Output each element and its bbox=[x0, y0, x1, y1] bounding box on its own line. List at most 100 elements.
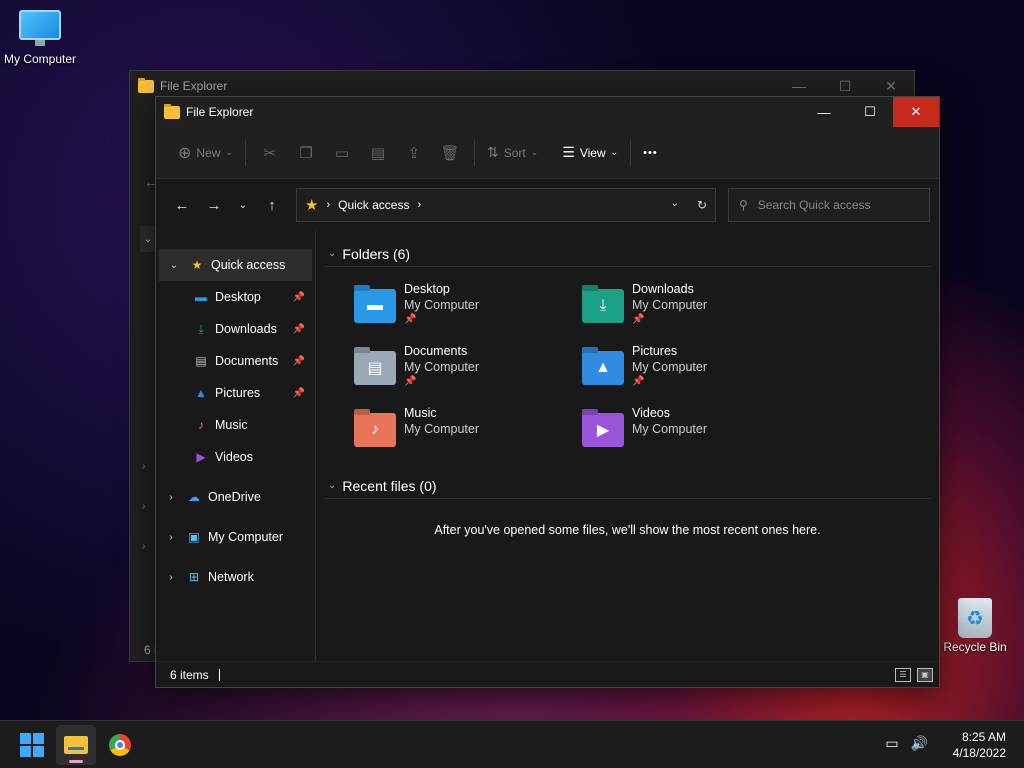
sidebar-item-quick-access[interactable]: ⌄ ★ Quick access bbox=[159, 249, 312, 281]
breadcrumb-separator-icon[interactable]: › bbox=[417, 199, 421, 211]
network-icon: ⊞ bbox=[188, 570, 200, 584]
status-divider bbox=[218, 668, 220, 681]
copy-icon[interactable]: ❐ bbox=[288, 137, 324, 169]
pin-icon: 📌 bbox=[292, 323, 305, 335]
forward-button[interactable]: → bbox=[198, 191, 230, 219]
folder-name: Pictures bbox=[632, 344, 678, 358]
folder-location: My Computer bbox=[404, 422, 480, 436]
folders-section-header[interactable]: ⌄ Folders (6) bbox=[324, 241, 931, 267]
chevron-right-icon[interactable]: › bbox=[142, 541, 145, 552]
start-button[interactable] bbox=[12, 725, 52, 765]
folder-tile-downloads[interactable]: ⤓ Downloads My Computer 📌 bbox=[582, 281, 810, 327]
folder-name: Music bbox=[404, 406, 437, 420]
toolbar-divider bbox=[630, 139, 632, 166]
title-bar[interactable]: File Explorer — ☐ ✕ bbox=[156, 97, 939, 127]
address-bar[interactable]: ★ › Quick access › ⌄ ↻ bbox=[296, 188, 716, 222]
chevron-right-icon[interactable]: › bbox=[156, 532, 186, 543]
pin-icon: 📌 bbox=[292, 387, 305, 399]
sidebar-item-label: Documents bbox=[215, 354, 279, 368]
breadcrumb-quick-access[interactable]: Quick access bbox=[338, 198, 409, 212]
music-icon: ♪ bbox=[198, 418, 204, 432]
chevron-down-icon: ⌄ bbox=[225, 147, 233, 157]
close-button[interactable]: ✕ bbox=[893, 97, 939, 127]
folder-tile-desktop[interactable]: ▬ Desktop My Computer 📌 bbox=[354, 281, 582, 327]
arrow-up-icon: ↑ bbox=[268, 196, 276, 214]
sidebar-item-downloads[interactable]: ⤓ Downloads 📌 bbox=[156, 313, 315, 345]
desktop-icon-label: Recycle Bin bbox=[943, 640, 1007, 654]
share-icon[interactable]: ⇪ bbox=[396, 137, 432, 169]
view-button[interactable]: ☰ View ⌄ bbox=[556, 137, 624, 169]
delete-icon[interactable]: 🗑 bbox=[432, 137, 468, 169]
chevron-right-icon[interactable]: › bbox=[142, 461, 145, 472]
folder-tile-videos[interactable]: ▶ Videos My Computer bbox=[582, 405, 810, 447]
desktop-icon-label: My Computer bbox=[3, 52, 77, 66]
chevron-right-icon[interactable]: › bbox=[156, 492, 186, 503]
refresh-icon[interactable]: ↻ bbox=[697, 198, 707, 212]
folder-tile-documents[interactable]: ▤ Documents My Computer 📌 bbox=[354, 343, 582, 389]
window-title: File Explorer bbox=[160, 79, 228, 93]
sidebar-item-documents[interactable]: ▤ Documents 📌 bbox=[156, 345, 315, 377]
star-icon: ★ bbox=[191, 258, 203, 272]
clock-time: 8:25 AM bbox=[961, 730, 1006, 744]
toolbar-divider bbox=[473, 139, 475, 166]
command-bar: ⊕ New ⌄ ✂ ❐ ▭ ▤ ⇪ 🗑 ⇅ Sort ⌄ ☰ View ⌄ ••… bbox=[156, 127, 939, 179]
volume-icon[interactable]: 🔊 bbox=[911, 735, 928, 752]
more-options-button[interactable]: ••• bbox=[637, 137, 664, 169]
desktop-icon-recycle-bin[interactable]: Recycle Bin bbox=[935, 598, 1015, 654]
taskbar-file-explorer[interactable] bbox=[56, 725, 96, 765]
pin-icon: 📌 bbox=[404, 376, 417, 387]
sidebar-item-label: My Computer bbox=[208, 530, 284, 544]
sidebar-item-music[interactable]: ♪ Music bbox=[156, 409, 315, 441]
breadcrumb-separator-icon: › bbox=[326, 199, 331, 211]
search-input[interactable] bbox=[757, 198, 918, 212]
search-box[interactable]: ⚲ bbox=[728, 188, 930, 222]
details-view-icon[interactable]: ☰ bbox=[895, 667, 911, 682]
document-icon: ▤ bbox=[195, 354, 207, 368]
sidebar-item-onedrive[interactable]: › ☁ OneDrive bbox=[156, 481, 315, 513]
chevron-right-icon[interactable]: › bbox=[156, 572, 186, 583]
sidebar-item-videos[interactable]: ▶ Videos bbox=[156, 441, 315, 473]
folder-tile-music[interactable]: ♪ Music My Computer bbox=[354, 405, 582, 447]
cut-icon[interactable]: ✂ bbox=[252, 137, 288, 169]
folders-grid: ▬ Desktop My Computer 📌 ⤓ Downloads My C… bbox=[324, 267, 931, 447]
recent-files-section-header[interactable]: ⌄ Recent files (0) bbox=[324, 473, 931, 499]
chevron-down-icon: ⌄ bbox=[328, 480, 337, 491]
address-dropdown-icon[interactable]: ⌄ bbox=[671, 198, 679, 212]
videos-folder-icon: ▶ bbox=[582, 413, 624, 447]
picture-icon: ▲ bbox=[195, 386, 207, 400]
sidebar-item-pictures[interactable]: ▲ Pictures 📌 bbox=[156, 377, 315, 409]
rename-icon[interactable]: ▤ bbox=[360, 137, 396, 169]
file-explorer-window[interactable]: File Explorer — ☐ ✕ ⊕ New ⌄ ✂ ❐ ▭ ▤ ⇪ 🗑 … bbox=[155, 96, 940, 688]
chevron-down-icon[interactable]: ⌄ bbox=[140, 226, 156, 252]
documents-folder-icon: ▤ bbox=[354, 351, 396, 385]
music-folder-icon: ♪ bbox=[354, 413, 396, 447]
maximize-button[interactable]: ☐ bbox=[847, 97, 893, 127]
sidebar-item-label: Quick access bbox=[211, 258, 286, 272]
large-icons-view-icon[interactable]: ▣ bbox=[917, 667, 933, 682]
folder-location: My Computer bbox=[404, 298, 480, 312]
desktop-icon-my-computer[interactable]: My Computer bbox=[0, 10, 80, 66]
sort-button[interactable]: ⇅ Sort ⌄ bbox=[481, 137, 544, 169]
desktop-folder-icon: ▬ bbox=[354, 289, 396, 323]
folder-location: My Computer bbox=[404, 360, 480, 374]
up-button[interactable]: ↑ bbox=[256, 191, 288, 219]
minimize-button[interactable]: — bbox=[801, 97, 847, 127]
arrow-left-icon: ← bbox=[174, 196, 190, 214]
view-button-label: View bbox=[579, 145, 606, 160]
taskbar-chrome[interactable] bbox=[100, 725, 140, 765]
sidebar-item-my-computer[interactable]: › ▣ My Computer bbox=[156, 521, 315, 553]
new-button[interactable]: ⊕ New ⌄ bbox=[172, 137, 239, 169]
sidebar-item-desktop[interactable]: ▬ Desktop 📌 bbox=[156, 281, 315, 313]
downloads-folder-icon: ⤓ bbox=[582, 289, 624, 323]
paste-icon[interactable]: ▭ bbox=[324, 137, 360, 169]
chevron-down-icon[interactable]: ⌄ bbox=[159, 260, 189, 271]
chevron-right-icon[interactable]: › bbox=[142, 501, 145, 512]
clock[interactable]: 8:25 AM 4/18/2022 bbox=[953, 729, 1006, 761]
network-icon[interactable]: ▭ bbox=[885, 735, 898, 752]
back-button[interactable]: ← bbox=[166, 191, 198, 219]
sidebar-item-network[interactable]: › ⊞ Network bbox=[156, 561, 315, 593]
folder-location: My Computer bbox=[632, 422, 708, 436]
folder-tile-pictures[interactable]: ▲ Pictures My Computer 📌 bbox=[582, 343, 810, 389]
recent-locations-button[interactable]: ⌄ bbox=[230, 191, 256, 219]
chevron-down-icon: ⌄ bbox=[328, 248, 337, 259]
